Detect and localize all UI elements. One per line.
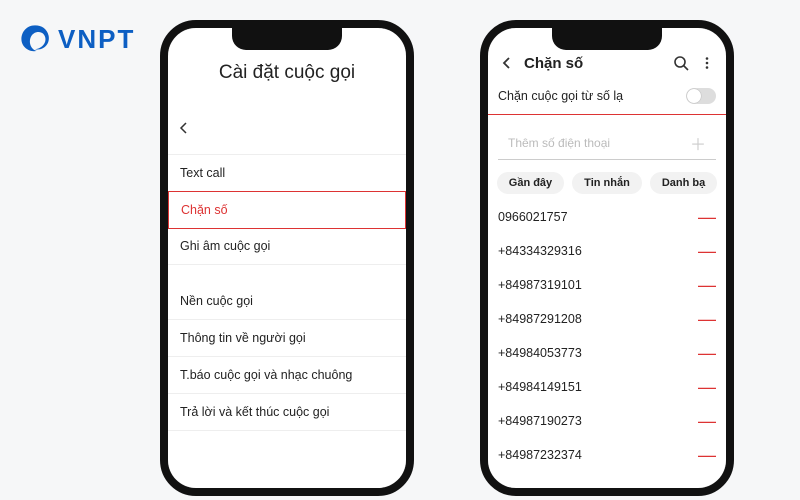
back-button[interactable] [178,122,190,137]
phone-number: +84987190273 [498,414,582,428]
chevron-left-icon [178,122,190,134]
remove-button[interactable]: — [698,344,716,362]
settings-item[interactable]: Nền cuộc gọi [168,283,406,320]
blocked-number-row: +84987291208 — [488,302,726,336]
add-number-placeholder: Thêm số điện thoại [508,136,610,150]
remove-button[interactable]: — [698,446,716,464]
add-number-input[interactable]: Thêm số điện thoại ＋ [498,115,716,160]
blocked-number-row: +84987232374 — [488,438,726,472]
blocked-number-row: +84984149151 — [488,370,726,404]
phone-number: +84987319101 [498,278,582,292]
more-button[interactable] [698,54,716,72]
blocked-numbers-list: 0966021757—+84334329316—+84987319101—+84… [488,200,726,472]
phone-number: +84987232374 [498,448,582,462]
vnpt-logo: VNPT [18,22,135,56]
vnpt-swirl-icon [18,22,52,56]
phone-mock-right: Chặn số Chặn cuộc gọi từ số lạ Thêm số đ… [480,20,734,496]
chevron-left-icon [501,57,513,69]
block-screen: Chặn số Chặn cuộc gọi từ số lạ Thêm số đ… [488,28,726,488]
settings-item[interactable]: Trả lời và kết thúc cuộc gọi [168,394,406,431]
blocked-number-row: +84987190273 — [488,404,726,438]
page-title: Chặn số [524,55,583,72]
blocked-number-row: +84987319101 — [488,268,726,302]
remove-button[interactable]: — [698,276,716,294]
phone-number: +84984053773 [498,346,582,360]
block-unknown-toggle-row[interactable]: Chặn cuộc gọi từ số lạ [488,80,726,114]
chip-danh bạ[interactable]: Danh bạ [650,172,717,194]
chip-tin nhắn[interactable]: Tin nhắn [572,172,642,194]
source-chips: Gần đây Tin nhắn Danh bạ [488,160,726,200]
settings-screen: Cài đặt cuộc gọi Text callChặn sốGhi âm … [168,28,406,488]
remove-button[interactable]: — [698,412,716,430]
settings-item[interactable]: Thông tin về người gọi [168,320,406,357]
blocked-number-row: 0966021757 — [488,200,726,234]
settings-item[interactable]: Ghi âm cuộc gọi [168,228,406,265]
phone-number: +84987291208 [498,312,582,326]
search-button[interactable] [672,54,690,72]
settings-item[interactable]: Text call [168,154,406,192]
back-button[interactable] [498,54,516,72]
settings-item[interactable]: Chặn số [168,191,406,229]
remove-button[interactable]: — [698,378,716,396]
settings-list: Text callChặn sốGhi âm cuộc gọi Nền cuộc … [168,154,406,431]
phone-notch [552,26,662,50]
phone-number: +84334329316 [498,244,582,258]
toggle-label: Chặn cuộc gọi từ số lạ [498,89,623,103]
phone-number: 0966021757 [498,210,568,224]
settings-item[interactable]: T.báo cuộc gọi và nhạc chuông [168,357,406,394]
search-icon [673,55,689,71]
remove-button[interactable]: — [698,242,716,260]
vnpt-logo-text: VNPT [58,24,135,55]
blocked-number-row: +84984053773 — [488,336,726,370]
phone-number: +84984149151 [498,380,582,394]
blocked-number-row: +84334329316 — [488,234,726,268]
plus-icon: ＋ [690,131,706,155]
chip-gần đây[interactable]: Gần đây [497,172,564,194]
phone-mock-left: Cài đặt cuộc gọi Text callChặn sốGhi âm … [160,20,414,496]
toggle-switch[interactable] [686,88,716,104]
more-vert-icon [700,56,714,70]
remove-button[interactable]: — [698,208,716,226]
phone-notch [232,26,342,50]
remove-button[interactable]: — [698,310,716,328]
